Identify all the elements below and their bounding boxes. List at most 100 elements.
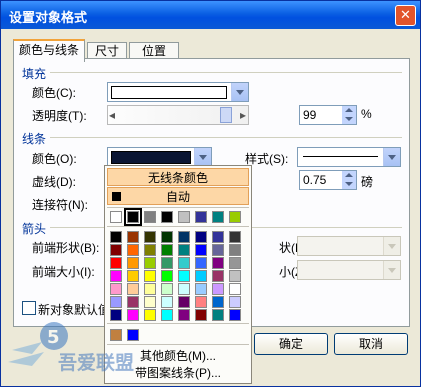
cancel-button[interactable]: 取消 [334, 333, 408, 355]
slider-thumb[interactable] [220, 107, 232, 123]
palette-color-swatch[interactable] [161, 244, 173, 256]
spin-down-icon[interactable] [342, 115, 356, 124]
palette-color-swatch[interactable] [161, 309, 173, 321]
palette-color-swatch[interactable] [229, 270, 241, 282]
palette-color-swatch[interactable] [229, 296, 241, 308]
pattern-line-item[interactable]: 带图案线条(P)... [107, 364, 249, 382]
default-checkbox[interactable] [22, 301, 36, 315]
menu-divider [107, 207, 249, 208]
palette-color-swatch[interactable] [144, 231, 156, 243]
palette-color-swatch[interactable] [144, 309, 156, 321]
palette-color-swatch[interactable] [110, 231, 122, 243]
line-style-combo[interactable] [297, 147, 401, 167]
fill-section-title: 填充 [22, 67, 47, 81]
line-color-combo[interactable] [107, 147, 212, 167]
palette-color-swatch[interactable] [229, 283, 241, 295]
palette-color-swatch[interactable] [178, 231, 190, 243]
palette-color-swatch[interactable] [144, 257, 156, 269]
line-weight-spinner[interactable]: 0.75 [299, 170, 357, 190]
spin-up-icon[interactable] [342, 171, 356, 180]
end-style-combo[interactable] [297, 236, 401, 256]
palette-color-swatch[interactable] [229, 309, 241, 321]
ok-button[interactable]: 确定 [254, 333, 328, 355]
weight-unit-label: 磅 [361, 175, 374, 189]
chevron-down-icon[interactable] [383, 148, 400, 166]
palette-color-swatch[interactable] [161, 296, 173, 308]
palette-color-swatch[interactable] [212, 244, 224, 256]
palette-color-swatch[interactable] [178, 270, 190, 282]
palette-color-swatch[interactable] [127, 296, 139, 308]
recent-color-swatch[interactable] [229, 211, 241, 223]
recent-color-swatch[interactable] [110, 211, 122, 223]
palette-color-swatch[interactable] [127, 244, 139, 256]
palette-color-swatch[interactable] [195, 309, 207, 321]
palette-color-swatch[interactable] [195, 283, 207, 295]
palette-color-swatch[interactable] [195, 231, 207, 243]
palette-color-swatch[interactable] [127, 309, 139, 321]
default-checkbox-label: 新对象默认值 [38, 303, 111, 317]
title-bar[interactable]: 设置对象格式 ✕ [1, 1, 420, 29]
fill-color-combo[interactable] [107, 82, 249, 102]
palette-color-swatch[interactable] [161, 283, 173, 295]
spin-up-icon[interactable] [342, 106, 356, 115]
custom-color-swatch[interactable] [110, 329, 122, 341]
palette-color-swatch[interactable] [229, 244, 241, 256]
palette-color-swatch[interactable] [110, 296, 122, 308]
palette-color-swatch[interactable] [110, 257, 122, 269]
spin-down-icon[interactable] [342, 180, 356, 189]
palette-color-swatch[interactable] [195, 257, 207, 269]
palette-color-swatch[interactable] [178, 257, 190, 269]
palette-color-swatch[interactable] [144, 270, 156, 282]
line-section-title: 线条 [22, 132, 47, 146]
palette-color-swatch[interactable] [161, 257, 173, 269]
palette-color-swatch[interactable] [195, 270, 207, 282]
recent-color-swatch[interactable] [124, 208, 142, 226]
transparency-spinner[interactable]: 99 [299, 105, 357, 125]
tab-colors-lines[interactable]: 颜色与线条 [13, 39, 85, 62]
palette-color-swatch[interactable] [161, 270, 173, 282]
palette-color-swatch[interactable] [212, 296, 224, 308]
palette-color-swatch[interactable] [178, 244, 190, 256]
palette-color-swatch[interactable] [144, 244, 156, 256]
line-divider [50, 137, 402, 138]
palette-color-swatch[interactable] [110, 244, 122, 256]
palette-color-swatch[interactable] [229, 231, 241, 243]
palette-color-swatch[interactable] [212, 283, 224, 295]
palette-color-swatch[interactable] [110, 270, 122, 282]
palette-color-swatch[interactable] [212, 270, 224, 282]
palette-color-swatch[interactable] [195, 244, 207, 256]
transparency-slider[interactable]: ◂ ▸ [107, 105, 249, 125]
palette-color-swatch[interactable] [178, 309, 190, 321]
recent-color-swatch[interactable] [195, 211, 207, 223]
palette-color-swatch[interactable] [144, 283, 156, 295]
palette-color-swatch[interactable] [110, 309, 122, 321]
recent-color-swatch[interactable] [144, 211, 156, 223]
palette-color-swatch[interactable] [127, 283, 139, 295]
slider-left-arrow-icon[interactable]: ◂ [109, 108, 115, 122]
recent-color-swatch[interactable] [212, 211, 224, 223]
slider-right-arrow-icon[interactable]: ▸ [240, 108, 246, 122]
palette-color-swatch[interactable] [127, 270, 139, 282]
palette-color-swatch[interactable] [161, 231, 173, 243]
recent-color-swatch[interactable] [178, 211, 190, 223]
more-colors-item[interactable]: 其他颜色(M)... [107, 347, 249, 365]
palette-color-swatch[interactable] [229, 257, 241, 269]
palette-color-swatch[interactable] [178, 296, 190, 308]
palette-color-swatch[interactable] [212, 309, 224, 321]
end-size-combo[interactable] [297, 260, 401, 280]
chevron-down-icon[interactable] [231, 83, 248, 101]
recent-color-swatch[interactable] [161, 211, 173, 223]
auto-color-item[interactable]: 自动 [107, 187, 249, 205]
chevron-down-icon[interactable] [194, 148, 211, 166]
palette-color-swatch[interactable] [178, 283, 190, 295]
no-line-color-item[interactable]: 无线条颜色 [107, 168, 249, 186]
palette-color-swatch[interactable] [144, 296, 156, 308]
palette-color-swatch[interactable] [110, 283, 122, 295]
close-button[interactable]: ✕ [395, 5, 416, 26]
custom-color-swatch[interactable] [127, 329, 139, 341]
palette-color-swatch[interactable] [127, 231, 139, 243]
palette-color-swatch[interactable] [127, 257, 139, 269]
palette-color-swatch[interactable] [212, 231, 224, 243]
palette-color-swatch[interactable] [212, 257, 224, 269]
palette-color-swatch[interactable] [195, 296, 207, 308]
